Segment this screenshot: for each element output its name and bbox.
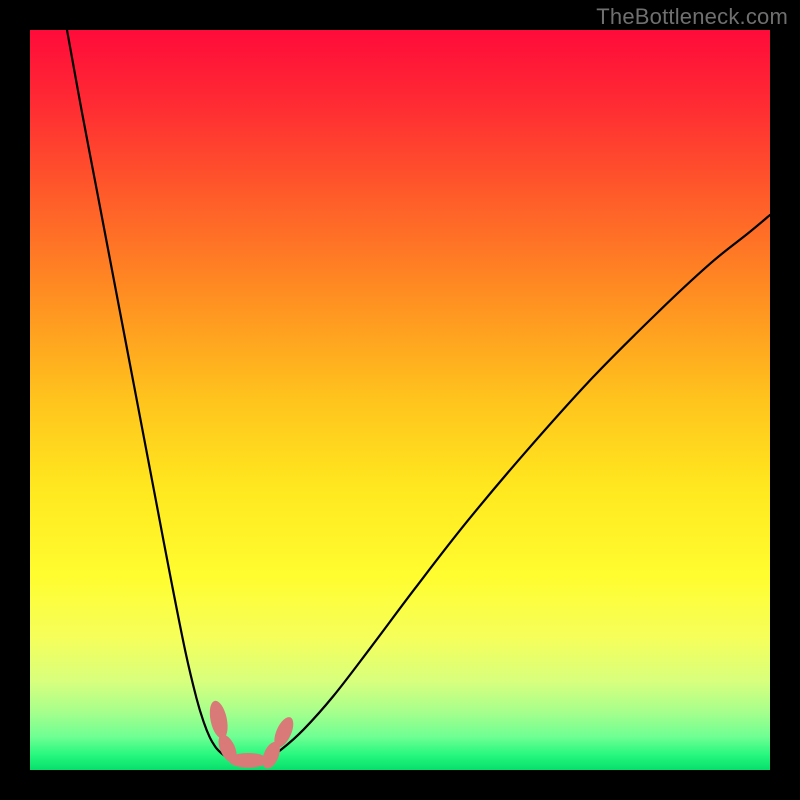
watermark-text: TheBottleneck.com — [596, 4, 788, 30]
bottleneck-curve — [67, 30, 770, 761]
marker-2 — [229, 753, 267, 768]
plot-area — [30, 30, 770, 770]
marker-0 — [207, 699, 231, 740]
curve-layer — [30, 30, 770, 770]
chart-frame: TheBottleneck.com — [0, 0, 800, 800]
